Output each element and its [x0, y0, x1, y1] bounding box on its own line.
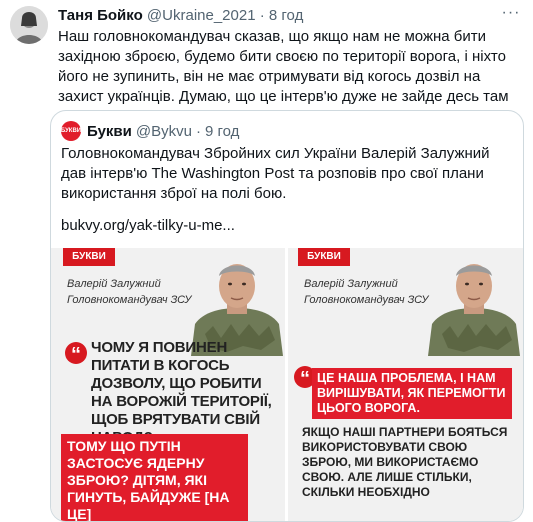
quoted-tweet[interactable]: БУКВИ Букви @Bykvu · 9 год Головнокоманд… [50, 110, 524, 522]
quote-mark-icon: “ [65, 342, 87, 366]
interview-highlight: ЦЕ НАША ПРОБЛЕМА, І НАМ ВИРІШУВАТИ, ЯК П… [312, 368, 512, 419]
author-handle[interactable]: @Ukraine_2021 [147, 7, 256, 24]
interview-question: ЧОМУ Я ПОВИНЕН ПИТАТИ В КОГОСЬ ДОЗВОЛУ, … [91, 339, 272, 446]
person-name: Валерій Залужний [67, 278, 161, 290]
quoted-separator-dot: · [195, 122, 201, 140]
person-name: Валерій Залужний [304, 278, 398, 290]
more-options-icon[interactable]: ··· [499, 4, 523, 22]
quoted-author-name[interactable]: Букви [87, 123, 132, 140]
person-title: Головнокомандувач ЗСУ [304, 294, 429, 306]
brand-label: БУКВИ [63, 248, 115, 266]
person-title: Головнокомандувач ЗСУ [67, 294, 192, 306]
portrait-image [428, 264, 520, 356]
avatar[interactable] [10, 6, 48, 44]
brand-label: БУКВИ [298, 248, 350, 266]
media-image-right[interactable]: БУКВИ Валерій Залужний Головнокомандувач… [288, 248, 523, 521]
quoted-avatar[interactable]: БУКВИ [61, 121, 81, 141]
quoted-link[interactable]: bukvy.org/yak-tilky-u-me... [61, 217, 235, 234]
media-grid: БУКВИ Валерій Залужний Головнокомандувач… [51, 248, 523, 521]
interview-text: ЯКЩО НАШІ ПАРТНЕРИ БОЯТЬСЯ ВИКОРИСТОВУВА… [302, 425, 508, 499]
interview-answer: ТОМУ ЩО ПУТІН ЗАСТОСУЄ ЯДЕРНУ ЗБРОЮ? ДІТ… [61, 434, 248, 521]
tweet[interactable]: Таня Бойко @Ukraine_2021 · 8 год ··· Наш… [0, 0, 533, 522]
author-name[interactable]: Таня Бойко [58, 7, 143, 24]
quoted-tweet-text: Головнокомандувач Збройних сил України В… [61, 145, 490, 202]
tweet-timestamp[interactable]: 8 год [269, 7, 303, 24]
media-image-left[interactable]: БУКВИ Валерій Залужний Головнокомандувач… [51, 248, 285, 521]
quoted-tweet-header: БУКВИ Букви @Bykvu · 9 год [61, 121, 243, 141]
quoted-timestamp[interactable]: 9 год [205, 123, 239, 140]
quoted-author-handle[interactable]: @Bykvu [136, 123, 192, 140]
separator-dot: · [259, 7, 265, 24]
tweet-header: Таня Бойко @Ukraine_2021 · 8 год [58, 7, 303, 24]
